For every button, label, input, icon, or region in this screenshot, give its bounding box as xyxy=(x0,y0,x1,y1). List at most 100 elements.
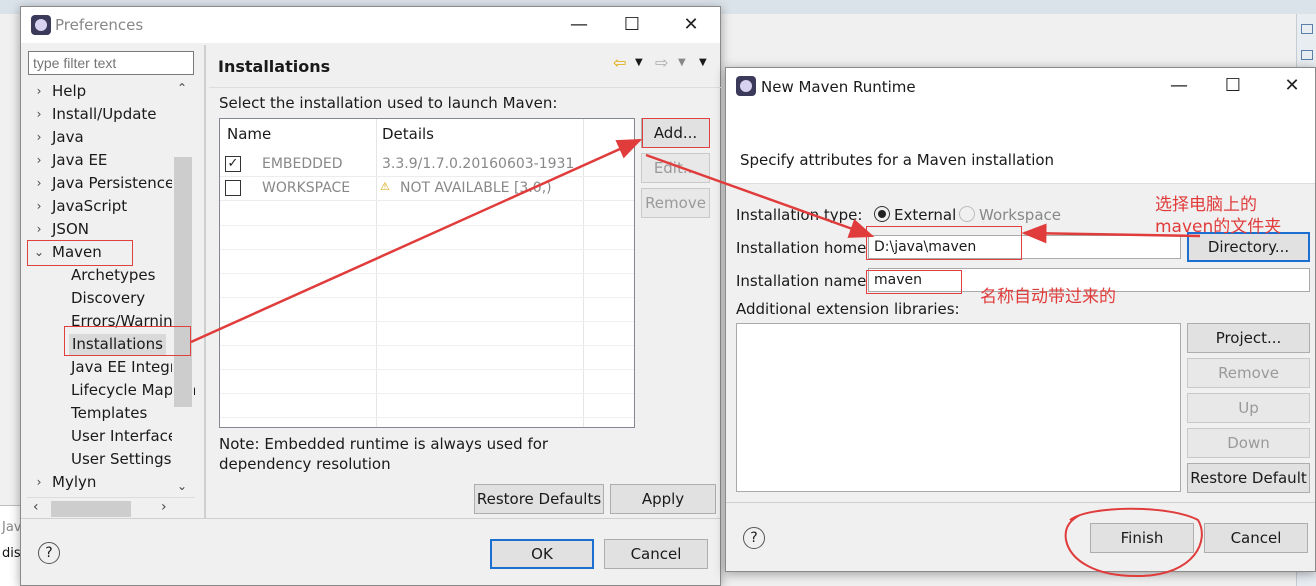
extension-libraries-list[interactable] xyxy=(736,323,1181,492)
highlight-maven-tree-item xyxy=(27,240,133,266)
chevron-right-icon[interactable]: › xyxy=(33,219,45,240)
tree-label: Install/Update xyxy=(52,105,157,123)
empty-row xyxy=(220,417,634,418)
chevron-right-icon[interactable]: › xyxy=(33,196,45,217)
tree-label: Java EE xyxy=(52,151,108,169)
close-icon[interactable]: ✕ xyxy=(681,15,701,35)
back-arrow-icon[interactable]: ⇦ xyxy=(613,53,626,72)
project-button[interactable]: Project... xyxy=(1187,323,1310,353)
chevron-right-icon[interactable]: › xyxy=(33,81,45,102)
minimize-icon[interactable]: — xyxy=(569,15,589,35)
column-header-details[interactable]: Details xyxy=(382,125,434,143)
cancel-button[interactable]: Cancel xyxy=(1204,523,1308,553)
tree-vertical-scrollbar[interactable]: ⌃ ⌄ xyxy=(172,79,194,501)
new-maven-runtime-window: New Maven Runtime — ☐ ✕ Specify attribut… xyxy=(725,67,1316,572)
select-label: Select the installation used to launch M… xyxy=(219,94,558,112)
page-title: Installations xyxy=(218,57,331,76)
empty-row xyxy=(220,249,634,250)
annotation-auto-name: 名称自动带过来的 xyxy=(980,287,1116,307)
highlight-home-input xyxy=(866,226,1022,260)
external-label[interactable]: External xyxy=(894,206,956,224)
close-icon[interactable]: ✕ xyxy=(1282,76,1302,96)
highlight-installations-tree-item xyxy=(64,326,191,356)
installation-type-label: Installation type: xyxy=(736,206,863,224)
workspace-label[interactable]: Workspace xyxy=(979,206,1061,224)
annotation-select-folder: 选择电脑上的maven的文件夹 xyxy=(1155,195,1282,237)
restore-default-button[interactable]: Restore Default xyxy=(1187,463,1310,493)
radio-dot xyxy=(878,210,886,218)
maximize-icon[interactable]: ☐ xyxy=(1223,76,1243,96)
tree-item-discovery[interactable]: Discovery xyxy=(71,288,145,309)
dialog-message: Specify attributes for a Maven installat… xyxy=(740,151,1055,169)
scrollbar-thumb[interactable] xyxy=(51,501,131,517)
empty-row xyxy=(220,297,634,298)
row-name: EMBEDDED xyxy=(262,156,343,172)
highlight-add-button xyxy=(642,118,710,148)
tree-horizontal-scrollbar[interactable]: ‹ › xyxy=(27,497,195,519)
empty-row xyxy=(220,345,634,346)
chevron-right-icon[interactable]: › xyxy=(33,104,45,125)
tree-label: Java xyxy=(52,128,84,146)
scroll-down-icon[interactable]: ⌄ xyxy=(177,479,187,493)
tree-item-user-interface[interactable]: User Interface xyxy=(71,426,177,447)
workspace-radio[interactable] xyxy=(959,206,975,222)
up-button[interactable]: Up xyxy=(1187,393,1310,423)
tree-item-user-settings[interactable]: User Settings xyxy=(71,449,171,470)
tree-item-archetypes[interactable]: Archetypes xyxy=(71,265,155,286)
external-radio[interactable] xyxy=(874,206,890,222)
eclipse-icon xyxy=(736,76,756,96)
footer-separator xyxy=(726,502,1315,503)
dropdown-icon: ▼ xyxy=(678,57,686,68)
installation-name-label: Installation name: xyxy=(736,272,872,290)
help-icon[interactable]: ? xyxy=(743,527,765,549)
view-menu-icon[interactable]: ▼ xyxy=(699,57,707,68)
tree-label: Mylyn xyxy=(52,473,97,491)
workbench-left-panel: Jav dis xyxy=(0,505,22,586)
help-icon[interactable]: ? xyxy=(38,542,60,564)
apply-button[interactable]: Apply xyxy=(610,484,716,514)
remove-button[interactable]: Remove xyxy=(1187,358,1310,388)
scroll-right-icon[interactable]: › xyxy=(161,499,167,515)
maximize-icon[interactable]: ☐ xyxy=(622,15,642,35)
dropdown-icon[interactable]: ▼ xyxy=(635,57,643,68)
chevron-right-icon[interactable]: › xyxy=(33,472,45,493)
scroll-left-icon[interactable]: ‹ xyxy=(33,499,39,515)
preference-tree: › Help › Install/Update › Java › Java EE › Ja… xyxy=(27,79,195,503)
finish-button[interactable]: Finish xyxy=(1090,523,1194,553)
title-bar: New Maven Runtime — ☐ ✕ xyxy=(726,68,1315,104)
remove-button[interactable]: Remove xyxy=(641,188,710,218)
table-row[interactable]: WORKSPACE ⚠ NOT AVAILABLE [3.0,) xyxy=(220,177,634,201)
edit-button[interactable]: Edit... xyxy=(641,153,710,183)
tree-item-templates[interactable]: Templates xyxy=(71,403,147,424)
sash[interactable] xyxy=(204,45,206,519)
tree-label: JavaScript xyxy=(52,197,128,215)
row-name: WORKSPACE xyxy=(262,180,351,196)
cancel-button[interactable]: Cancel xyxy=(604,539,708,569)
background-text: Jav xyxy=(2,520,22,535)
column-header-name[interactable]: Name xyxy=(227,125,271,143)
row-checkbox[interactable]: ✓ xyxy=(225,156,241,172)
minimize-icon[interactable]: — xyxy=(1169,76,1189,96)
scrollbar-thumb[interactable] xyxy=(174,157,192,407)
empty-row xyxy=(220,369,634,370)
installations-table[interactable]: Name Details ✓ EMBEDDED 3.3.9/1.7.0.2016… xyxy=(219,118,635,428)
tree-label: Help xyxy=(52,82,87,100)
table-row[interactable]: ✓ EMBEDDED 3.3.9/1.7.0.20160603-1931 xyxy=(220,153,634,177)
preferences-window: Preferences — ☐ ✕ › Help › Install/Update … xyxy=(20,6,721,586)
extension-libraries-label: Additional extension libraries: xyxy=(736,300,960,318)
toolbar-icon[interactable] xyxy=(1301,24,1313,34)
chevron-right-icon[interactable]: › xyxy=(33,173,45,194)
filter-input[interactable] xyxy=(28,51,194,75)
toolbar-icon[interactable] xyxy=(1301,50,1313,60)
down-button[interactable]: Down xyxy=(1187,428,1310,458)
restore-defaults-button[interactable]: Restore Defaults xyxy=(474,484,604,514)
empty-row xyxy=(220,321,634,322)
scroll-up-icon[interactable]: ⌃ xyxy=(177,81,187,95)
ok-button[interactable]: OK xyxy=(490,539,594,569)
row-checkbox[interactable] xyxy=(225,180,241,196)
chevron-right-icon[interactable]: › xyxy=(33,150,45,171)
forward-arrow-icon: ⇨ xyxy=(655,53,669,72)
chevron-right-icon[interactable]: › xyxy=(33,127,45,148)
background-text: dis xyxy=(2,546,21,561)
title-bar: Preferences — ☐ ✕ xyxy=(21,7,720,43)
